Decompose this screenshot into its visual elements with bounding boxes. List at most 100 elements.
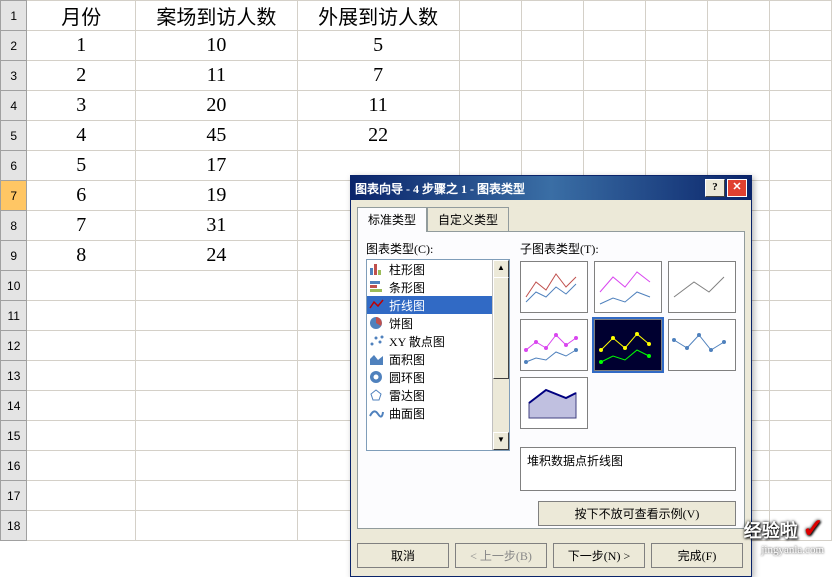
cell[interactable]: 45 [136, 121, 298, 151]
sample-button[interactable]: 按下不放可查看示例(V) [538, 501, 736, 526]
row-header[interactable]: 7 [1, 181, 27, 211]
cell[interactable]: 31 [136, 211, 298, 241]
cell[interactable] [459, 121, 521, 151]
cell[interactable]: 8 [27, 241, 136, 271]
dialog-titlebar[interactable]: 图表向导 - 4 步骤之 1 - 图表类型 ? ✕ [351, 176, 751, 200]
chart-type-item[interactable]: 雷达图 [367, 386, 509, 404]
cell[interactable]: 22 [297, 121, 459, 151]
row-header[interactable]: 3 [1, 61, 27, 91]
cell[interactable]: 24 [136, 241, 298, 271]
cell[interactable] [27, 481, 136, 511]
row-header[interactable]: 12 [1, 331, 27, 361]
cell[interactable] [769, 451, 831, 481]
cell[interactable] [769, 151, 831, 181]
chart-type-item[interactable]: 条形图 [367, 278, 509, 296]
cell[interactable] [27, 421, 136, 451]
cell[interactable] [136, 391, 298, 421]
close-button[interactable]: ✕ [727, 179, 747, 197]
cell[interactable]: 11 [136, 61, 298, 91]
cell[interactable]: 10 [136, 31, 298, 61]
row-header[interactable]: 16 [1, 451, 27, 481]
cell[interactable] [583, 31, 645, 61]
cell[interactable]: 月份 [27, 1, 136, 31]
row-header[interactable]: 8 [1, 211, 27, 241]
cell[interactable] [769, 91, 831, 121]
cell[interactable] [583, 91, 645, 121]
cell[interactable] [136, 331, 298, 361]
cell[interactable] [136, 421, 298, 451]
row-header[interactable]: 4 [1, 91, 27, 121]
cell[interactable] [583, 121, 645, 151]
chart-type-item[interactable]: 曲面图 [367, 404, 509, 422]
scroll-thumb[interactable] [493, 277, 509, 379]
cell[interactable]: 1 [27, 31, 136, 61]
help-button[interactable]: ? [705, 179, 725, 197]
row-header[interactable]: 17 [1, 481, 27, 511]
cell[interactable] [521, 31, 583, 61]
next-button[interactable]: 下一步(N) > [553, 543, 645, 568]
finish-button[interactable]: 完成(F) [651, 543, 743, 568]
subtype-line-4[interactable] [520, 319, 588, 371]
cell[interactable] [521, 121, 583, 151]
cell[interactable]: 7 [297, 61, 459, 91]
cell[interactable] [645, 31, 707, 61]
row-header[interactable]: 6 [1, 151, 27, 181]
cell[interactable] [459, 61, 521, 91]
cell[interactable] [769, 1, 831, 31]
cell[interactable] [459, 91, 521, 121]
cell[interactable]: 4 [27, 121, 136, 151]
cell[interactable] [769, 331, 831, 361]
row-header[interactable]: 13 [1, 361, 27, 391]
row-header[interactable]: 2 [1, 31, 27, 61]
cell[interactable] [27, 361, 136, 391]
cell[interactable] [707, 91, 769, 121]
subtype-line-6[interactable] [668, 319, 736, 371]
row-header[interactable]: 1 [1, 1, 27, 31]
cell[interactable] [645, 61, 707, 91]
scroll-down-icon[interactable]: ▼ [493, 432, 509, 450]
chart-type-item[interactable]: 柱形图 [367, 260, 509, 278]
subtype-line-3[interactable] [668, 261, 736, 313]
cell[interactable] [769, 211, 831, 241]
cell[interactable] [136, 511, 298, 541]
cell[interactable] [769, 61, 831, 91]
cancel-button[interactable]: 取消 [357, 543, 449, 568]
cell[interactable] [645, 91, 707, 121]
cell[interactable] [707, 1, 769, 31]
cell[interactable] [769, 241, 831, 271]
cell[interactable]: 17 [136, 151, 298, 181]
cell[interactable] [769, 361, 831, 391]
cell[interactable] [136, 451, 298, 481]
scrollbar[interactable]: ▲ ▼ [492, 260, 509, 450]
cell[interactable] [459, 1, 521, 31]
cell[interactable] [769, 121, 831, 151]
cell[interactable] [583, 1, 645, 31]
cell[interactable] [583, 61, 645, 91]
cell[interactable]: 6 [27, 181, 136, 211]
row-header[interactable]: 18 [1, 511, 27, 541]
cell[interactable]: 19 [136, 181, 298, 211]
cell[interactable] [136, 361, 298, 391]
cell[interactable] [707, 61, 769, 91]
chart-type-item[interactable]: 折线图 [367, 296, 509, 314]
cell[interactable] [769, 181, 831, 211]
cell[interactable] [27, 451, 136, 481]
cell[interactable]: 5 [27, 151, 136, 181]
cell[interactable] [27, 271, 136, 301]
cell[interactable] [27, 391, 136, 421]
cell[interactable] [707, 31, 769, 61]
cell[interactable]: 5 [297, 31, 459, 61]
cell[interactable]: 案场到访人数 [136, 1, 298, 31]
row-header[interactable]: 10 [1, 271, 27, 301]
subtype-line-7[interactable] [520, 377, 588, 429]
row-header[interactable]: 5 [1, 121, 27, 151]
subtype-line-1[interactable] [520, 261, 588, 313]
row-header[interactable]: 9 [1, 241, 27, 271]
cell[interactable] [769, 271, 831, 301]
cell[interactable] [645, 1, 707, 31]
scroll-up-icon[interactable]: ▲ [493, 260, 509, 278]
cell[interactable] [136, 481, 298, 511]
cell[interactable] [645, 121, 707, 151]
subtype-line-2[interactable] [594, 261, 662, 313]
cell[interactable] [27, 301, 136, 331]
